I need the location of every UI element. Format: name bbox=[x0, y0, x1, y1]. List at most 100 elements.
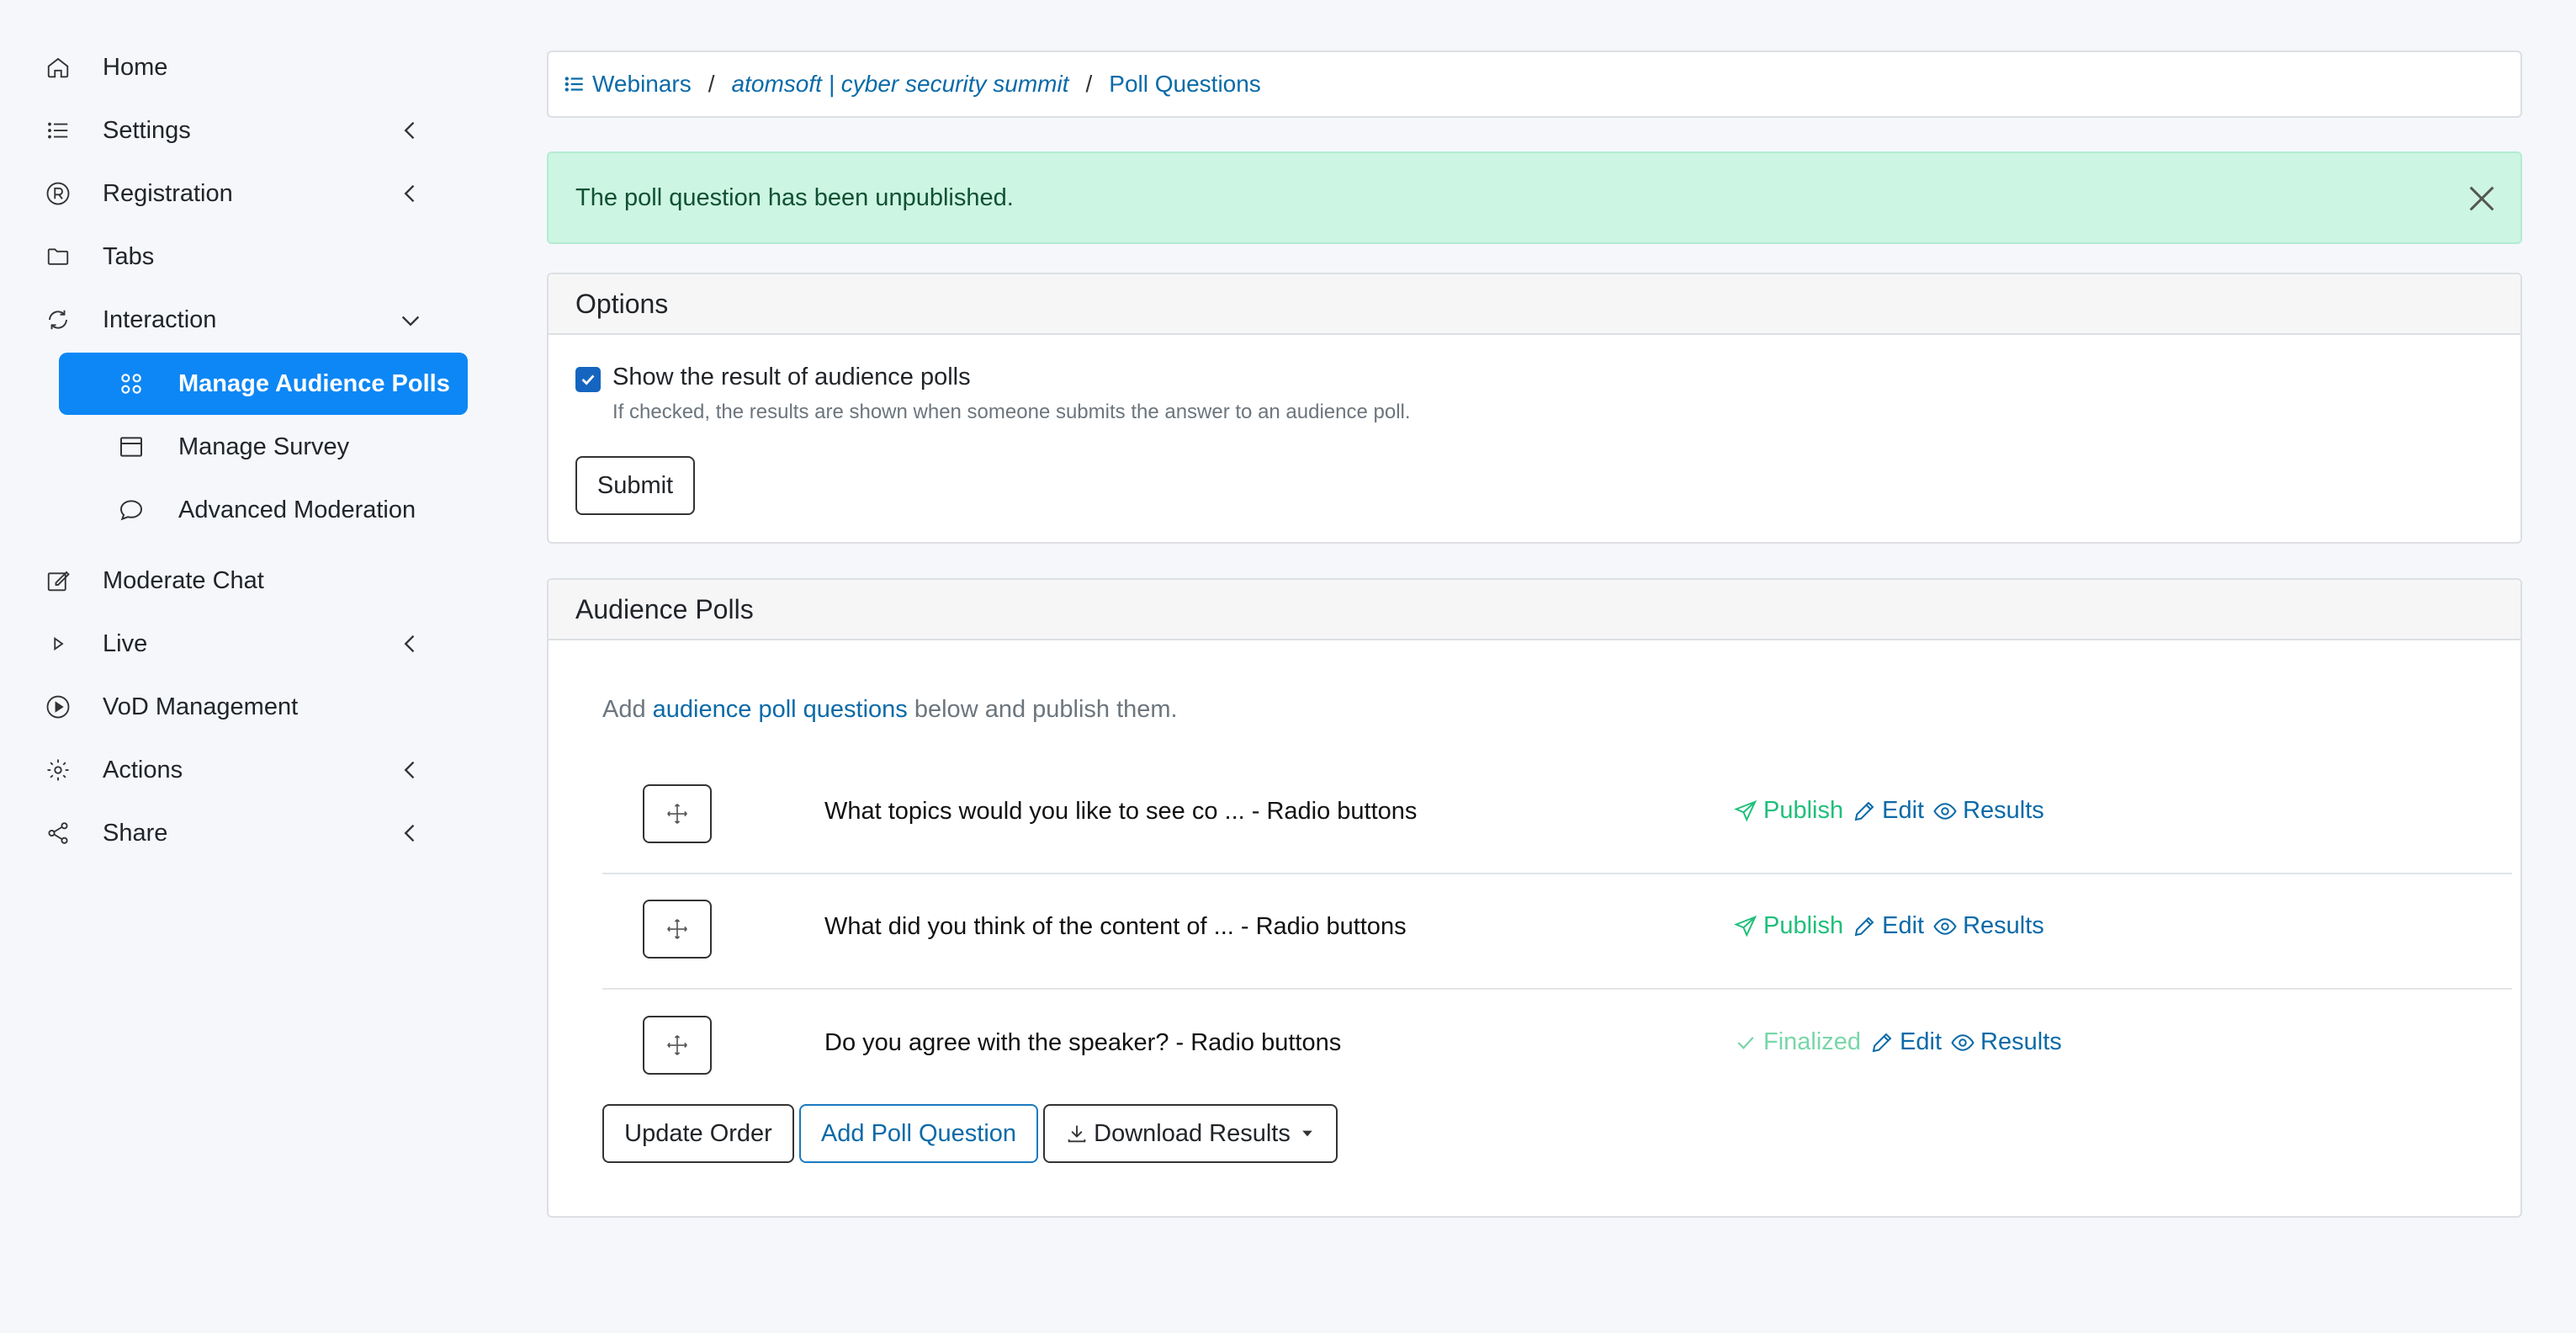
registered-icon bbox=[44, 179, 72, 208]
send-icon bbox=[1734, 915, 1757, 937]
chevron-left-icon bbox=[404, 184, 415, 203]
breadcrumb-current[interactable]: Poll Questions bbox=[1109, 71, 1261, 98]
sidebar-item-label: VoD Management bbox=[103, 693, 299, 720]
polls-intro: Add audience poll questions below and pu… bbox=[602, 696, 1178, 724]
poll-actions: Publish Edit Results bbox=[1733, 797, 2053, 825]
eye-icon bbox=[1951, 1033, 1974, 1051]
options-title: Options bbox=[549, 274, 2520, 335]
home-icon bbox=[44, 53, 72, 82]
sidebar-subitem-label: Manage Survey bbox=[178, 433, 350, 460]
sidebar-subitem-manage-audience-polls[interactable]: Manage Audience Polls bbox=[59, 353, 468, 415]
download-results-label: Download Results bbox=[1094, 1119, 1291, 1147]
edit-button[interactable]: Edit bbox=[1852, 797, 1924, 825]
audience-polls-title: Audience Polls bbox=[549, 580, 2520, 640]
play-icon bbox=[44, 629, 72, 658]
edit-button[interactable]: Edit bbox=[1869, 1028, 1942, 1056]
download-icon bbox=[1068, 1125, 1086, 1143]
results-button[interactable]: Results bbox=[1932, 797, 2044, 825]
submit-button[interactable]: Submit bbox=[575, 456, 695, 515]
close-icon[interactable] bbox=[2465, 182, 2499, 215]
drag-handle[interactable] bbox=[643, 1016, 712, 1075]
breadcrumb-webinars-link[interactable]: Webinars bbox=[592, 71, 692, 98]
add-poll-question-button[interactable]: Add Poll Question bbox=[799, 1104, 1038, 1163]
sidebar-item-label: Settings bbox=[103, 116, 191, 144]
sidebar-item-label: Live bbox=[103, 629, 148, 657]
chevron-down-icon bbox=[401, 316, 420, 327]
edit-label: Edit bbox=[1882, 912, 1925, 939]
poll-question-text: What did you think of the content of ...… bbox=[824, 913, 1407, 940]
poll-actions: Finalized Edit Results bbox=[1733, 1028, 2070, 1056]
sidebar-item-label: Registration bbox=[103, 179, 233, 207]
drag-handle[interactable] bbox=[643, 784, 712, 843]
list-icon bbox=[44, 116, 72, 145]
list-icon bbox=[564, 77, 583, 92]
update-order-button[interactable]: Update Order bbox=[602, 1104, 794, 1163]
move-icon bbox=[667, 804, 687, 824]
row-divider bbox=[602, 988, 2512, 990]
poll-actions: Publish Edit Results bbox=[1733, 912, 2053, 940]
chevron-left-icon bbox=[404, 824, 415, 842]
download-results-button[interactable]: Download Results bbox=[1043, 1104, 1338, 1163]
pencil-icon bbox=[1854, 801, 1874, 821]
options-card: Options Show the result of audience poll… bbox=[547, 273, 2522, 544]
success-alert: The poll question has been unpublished. bbox=[547, 151, 2522, 244]
publish-button[interactable]: Publish bbox=[1733, 797, 1843, 825]
check-icon bbox=[1737, 1036, 1754, 1049]
sidebar-item-actions[interactable]: Actions bbox=[44, 741, 439, 799]
gear-icon bbox=[44, 756, 72, 784]
sidebar-item-settings[interactable]: Settings bbox=[44, 101, 439, 160]
sidebar-item-share[interactable]: Share bbox=[44, 804, 439, 863]
chevron-left-icon bbox=[404, 761, 415, 779]
sidebar-item-live[interactable]: Live bbox=[44, 614, 439, 673]
edit-icon bbox=[44, 566, 72, 595]
sidebar-item-home[interactable]: Home bbox=[44, 38, 439, 97]
pencil-icon bbox=[1854, 916, 1874, 936]
sidebar-item-label: Moderate Chat bbox=[103, 566, 264, 594]
sidebar-item-interaction[interactable]: Interaction bbox=[44, 290, 439, 349]
sidebar: Home Settings Registration Tabs Interact… bbox=[0, 0, 505, 1333]
checkbox-help-text: If checked, the results are shown when s… bbox=[612, 401, 1411, 423]
edit-label: Edit bbox=[1882, 797, 1925, 824]
sidebar-item-label: Home bbox=[103, 53, 168, 81]
sidebar-item-label: Share bbox=[103, 819, 168, 847]
show-results-checkbox[interactable] bbox=[575, 367, 601, 392]
audience-polls-card: Audience Polls Add audience poll questio… bbox=[547, 578, 2522, 1218]
sidebar-item-registration[interactable]: Registration bbox=[44, 164, 439, 223]
results-label: Results bbox=[1980, 1028, 2062, 1055]
pencil-icon bbox=[1872, 1033, 1892, 1052]
caret-down-icon bbox=[1302, 1130, 1312, 1137]
play-circle-icon bbox=[44, 693, 72, 721]
sidebar-subitem-advanced-moderation[interactable]: Advanced Moderation bbox=[59, 479, 468, 541]
eye-icon bbox=[1933, 917, 1957, 935]
sidebar-item-moderate-chat[interactable]: Moderate Chat bbox=[44, 551, 439, 610]
breadcrumb-event-link[interactable]: atomsoft | cyber security summit bbox=[732, 71, 1069, 98]
audience-poll-questions-link[interactable]: audience poll questions bbox=[653, 696, 908, 723]
intro-suffix: below and publish them. bbox=[914, 696, 1178, 723]
results-label: Results bbox=[1963, 912, 2044, 939]
drag-handle[interactable] bbox=[643, 900, 712, 959]
results-button[interactable]: Results bbox=[1932, 912, 2044, 940]
refresh-icon bbox=[44, 305, 72, 334]
breadcrumb: Webinars / atomsoft | cyber security sum… bbox=[547, 50, 2522, 118]
sidebar-subitem-manage-survey[interactable]: Manage Survey bbox=[59, 416, 468, 478]
checkbox-label[interactable]: Show the result of audience polls bbox=[612, 364, 971, 391]
finalized-label: Finalized bbox=[1763, 1028, 1862, 1055]
sidebar-subitem-label: Manage Audience Polls bbox=[178, 369, 450, 397]
poll-question-text: Do you agree with the speaker? - Radio b… bbox=[824, 1029, 1342, 1056]
move-icon bbox=[667, 1035, 687, 1055]
folder-icon bbox=[44, 242, 72, 271]
sidebar-item-tabs[interactable]: Tabs bbox=[44, 227, 439, 286]
sidebar-item-vod-management[interactable]: VoD Management bbox=[44, 677, 439, 736]
sidebar-item-label: Interaction bbox=[103, 305, 217, 333]
edit-button[interactable]: Edit bbox=[1852, 912, 1924, 940]
breadcrumb-separator: / bbox=[1085, 71, 1093, 97]
intro-prefix: Add bbox=[602, 696, 646, 723]
share-icon bbox=[44, 819, 72, 847]
sidebar-item-label: Actions bbox=[103, 756, 183, 783]
publish-button[interactable]: Publish bbox=[1733, 912, 1843, 940]
results-button[interactable]: Results bbox=[1950, 1028, 2062, 1056]
check-icon bbox=[581, 374, 595, 385]
poll-question-text: What topics would you like to see co ...… bbox=[824, 798, 1418, 825]
publish-label: Publish bbox=[1763, 912, 1844, 939]
chevron-left-icon bbox=[404, 635, 415, 653]
